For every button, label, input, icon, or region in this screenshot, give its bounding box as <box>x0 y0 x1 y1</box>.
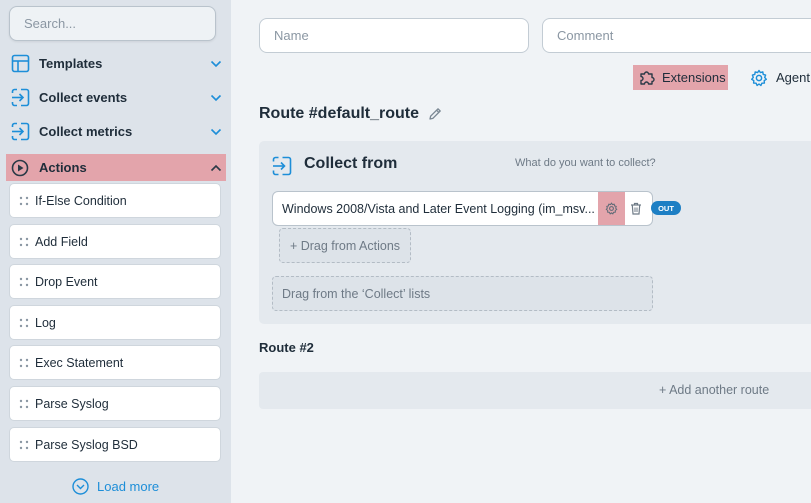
route-title-text: Route #default_route <box>259 105 420 122</box>
name-input[interactable] <box>260 19 528 52</box>
comment-input[interactable] <box>543 19 811 52</box>
gear-icon <box>605 202 618 215</box>
action-label: Log <box>35 315 56 330</box>
puzzle-icon <box>640 70 655 85</box>
action-label: Exec Statement <box>35 355 124 370</box>
drag-handle-icon[interactable] <box>19 358 29 368</box>
action-item[interactable]: Add Field <box>9 224 221 259</box>
load-more-label: Load more <box>97 478 160 494</box>
load-more-button[interactable]: Load more <box>72 476 159 496</box>
collect-arrow-icon <box>9 122 31 142</box>
route-title: Route #default_route <box>259 103 443 125</box>
drag-from-collect-dropzone[interactable]: Drag from the ‘Collect’ lists <box>272 276 653 311</box>
section-label: Collect metrics <box>39 124 133 139</box>
action-item[interactable]: Parse Syslog <box>9 386 221 421</box>
drag-handle-icon[interactable] <box>19 196 29 206</box>
agent-label: Agent <box>776 70 810 85</box>
main-panel: Extensions Agent Route #default_route Co… <box>231 0 811 503</box>
drag-actions-label: + Drag from Actions <box>289 238 401 253</box>
section-collect-events[interactable]: Collect events <box>6 84 226 111</box>
gear-icon <box>751 69 767 86</box>
section-label: Collect events <box>39 90 128 105</box>
chevron-up-icon[interactable] <box>206 158 226 178</box>
action-label: Parse Syslog <box>35 396 109 411</box>
pencil-icon[interactable] <box>427 106 443 122</box>
collect-arrow-icon <box>272 156 292 176</box>
collect-from-title: Collect from <box>304 155 398 172</box>
section-collect-metrics[interactable]: Collect metrics <box>6 118 226 145</box>
extensions-label: Extensions <box>662 70 726 85</box>
section-templates[interactable]: Templates <box>6 50 226 77</box>
collect-module[interactable]: Windows 2008/Vista and Later Event Loggi… <box>272 191 653 226</box>
action-item[interactable]: Log <box>9 305 221 340</box>
chevron-down-icon[interactable] <box>206 122 226 142</box>
play-circle-icon <box>9 158 31 178</box>
drag-handle-icon[interactable] <box>19 440 29 450</box>
collect-hint: What do you want to collect? <box>515 157 656 169</box>
action-label: Drop Event <box>35 274 98 289</box>
route-card: Collect from What do you want to collect… <box>259 141 811 324</box>
trash-icon[interactable] <box>628 201 644 217</box>
drag-handle-icon[interactable] <box>19 399 29 409</box>
layout-icon <box>9 54 31 74</box>
section-actions[interactable]: Actions <box>6 154 226 181</box>
comment-field[interactable] <box>542 18 811 53</box>
drag-handle-icon[interactable] <box>19 318 29 328</box>
section-label: Actions <box>39 160 87 175</box>
action-item[interactable]: Drop Event <box>9 264 221 299</box>
add-route-label: + Add another route <box>659 383 770 397</box>
action-item[interactable]: Parse Syslog BSD <box>9 427 221 462</box>
action-label: Add Field <box>35 234 88 249</box>
out-badge: OUT <box>651 201 681 215</box>
extensions-button[interactable]: Extensions <box>633 65 728 90</box>
search-box[interactable] <box>9 6 216 41</box>
drag-from-actions-dropzone[interactable]: + Drag from Actions <box>279 228 411 263</box>
name-field[interactable] <box>259 18 529 53</box>
agent-button[interactable]: Agent <box>750 65 810 90</box>
action-label: If-Else Condition <box>35 193 127 208</box>
chevron-circle-down-icon <box>72 477 89 495</box>
chevron-down-icon[interactable] <box>206 54 226 74</box>
drag-collect-label: Drag from the ‘Collect’ lists <box>282 286 431 301</box>
add-route-button[interactable]: + Add another route <box>259 372 811 409</box>
action-item[interactable]: If-Else Condition <box>9 183 221 218</box>
module-label: Windows 2008/Vista and Later Event Loggi… <box>282 201 595 216</box>
chevron-down-icon[interactable] <box>206 88 226 108</box>
action-item[interactable]: Exec Statement <box>9 345 221 380</box>
section-label: Templates <box>39 56 103 71</box>
collect-arrow-icon <box>9 88 31 108</box>
action-label: Parse Syslog BSD <box>35 437 138 452</box>
drag-handle-icon[interactable] <box>19 237 29 247</box>
search-input[interactable] <box>10 7 215 40</box>
drag-handle-icon[interactable] <box>19 277 29 287</box>
route-2-title: Route #2 <box>259 340 314 355</box>
sidebar: Templates Collect events Collect metrics… <box>0 0 231 503</box>
module-settings-button[interactable] <box>598 192 625 225</box>
